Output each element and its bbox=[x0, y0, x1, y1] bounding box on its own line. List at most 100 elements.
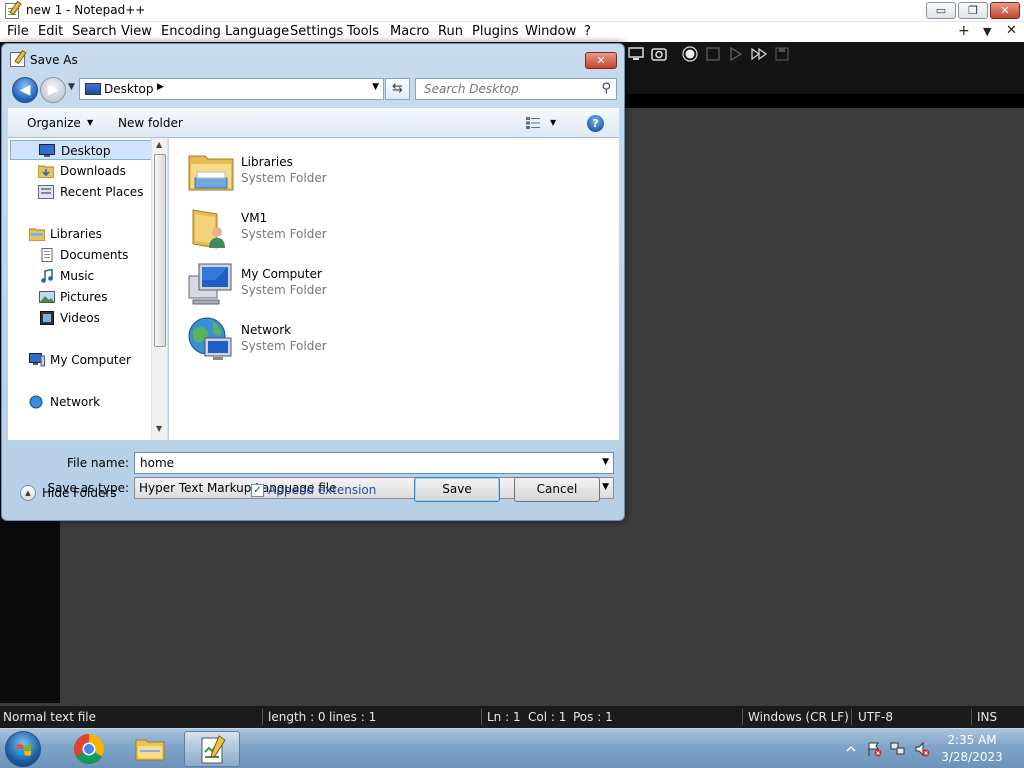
breadcrumb-chevron-icon[interactable]: ▶ bbox=[157, 82, 164, 92]
recent-locations-dropdown[interactable]: ▼ bbox=[68, 82, 75, 92]
network-icon bbox=[29, 395, 43, 409]
status-ln: Ln : 1 bbox=[487, 710, 521, 724]
nav-item-libraries[interactable]: Libraries bbox=[8, 224, 151, 244]
nav-item-label: Recent Places bbox=[60, 185, 144, 199]
menu-tools[interactable]: Tools bbox=[347, 24, 379, 39]
run-macro-multiple-icon[interactable] bbox=[751, 46, 767, 62]
save-macro-icon[interactable] bbox=[774, 46, 790, 62]
nav-item-pictures[interactable]: Pictures bbox=[8, 287, 151, 307]
nav-item-desktop[interactable]: Desktop bbox=[10, 140, 153, 160]
nav-item-network[interactable]: Network bbox=[8, 392, 151, 412]
file-name: Network bbox=[241, 323, 292, 337]
menu-search[interactable]: Search bbox=[72, 24, 117, 39]
search-icon[interactable]: ⚲ bbox=[601, 81, 611, 96]
organize-button[interactable]: Organize bbox=[27, 116, 81, 130]
network-status-icon[interactable] bbox=[890, 741, 906, 757]
menu-run[interactable]: Run bbox=[438, 24, 463, 39]
save-button[interactable]: Save bbox=[414, 477, 500, 502]
desktop-icon bbox=[85, 83, 101, 95]
search-input[interactable] bbox=[416, 79, 594, 99]
nav-item-downloads[interactable]: Downloads bbox=[8, 161, 151, 181]
chevron-down-icon[interactable]: ▼ bbox=[602, 457, 609, 467]
nav-item-label: Videos bbox=[60, 311, 100, 325]
clock-date[interactable]: 3/28/2023 bbox=[940, 750, 1004, 764]
status-separator bbox=[742, 709, 743, 725]
play-macro-icon[interactable] bbox=[728, 46, 744, 62]
new-tab-button[interactable]: + bbox=[958, 23, 970, 39]
action-center-icon[interactable] bbox=[866, 741, 882, 757]
menu-help[interactable]: ? bbox=[584, 24, 591, 39]
computer-icon bbox=[29, 353, 45, 367]
volume-muted-icon[interactable] bbox=[914, 741, 930, 757]
file-item-libraries[interactable]: Libraries System Folder bbox=[187, 146, 387, 198]
chevron-down-icon[interactable]: ▼ bbox=[550, 118, 556, 127]
explorer-taskbar-button[interactable] bbox=[122, 731, 178, 767]
change-view-icon[interactable] bbox=[526, 117, 540, 129]
scrollbar-thumb[interactable] bbox=[154, 154, 166, 347]
file-item-vm1[interactable]: VM1 System Folder bbox=[187, 202, 387, 254]
address-breadcrumb[interactable]: Desktop bbox=[104, 82, 154, 96]
stop-macro-icon[interactable] bbox=[705, 46, 721, 62]
start-button[interactable] bbox=[5, 731, 41, 767]
chevron-down-icon[interactable]: ▼ bbox=[87, 118, 93, 127]
file-item-my-computer[interactable]: My Computer System Folder bbox=[187, 258, 387, 310]
restore-button[interactable]: ❐ bbox=[958, 2, 988, 19]
new-folder-button[interactable]: New folder bbox=[118, 116, 183, 130]
videos-icon bbox=[40, 311, 54, 325]
menu-settings[interactable]: Settings bbox=[290, 24, 343, 39]
close-tab-button[interactable]: ✕ bbox=[1006, 23, 1017, 38]
file-name-combobox[interactable]: ▼ bbox=[134, 452, 614, 474]
clock-time[interactable]: 2:35 AM bbox=[940, 733, 1004, 747]
dialog-close-button[interactable]: ✕ bbox=[585, 52, 617, 69]
tab-list-button[interactable]: ▼ bbox=[983, 25, 991, 38]
file-type: System Folder bbox=[241, 283, 327, 297]
snapshot-icon[interactable] bbox=[651, 46, 667, 62]
help-icon[interactable]: ? bbox=[587, 115, 604, 132]
back-button[interactable]: ◀ bbox=[12, 77, 38, 103]
status-separator bbox=[481, 709, 482, 725]
nav-item-my-computer[interactable]: My Computer bbox=[8, 350, 151, 370]
menu-edit[interactable]: Edit bbox=[38, 24, 63, 39]
status-encoding[interactable]: UTF-8 bbox=[858, 710, 893, 724]
file-name-input[interactable] bbox=[135, 453, 595, 473]
checkbox-checked-icon[interactable]: ✓ bbox=[251, 484, 264, 497]
monitor-icon[interactable] bbox=[628, 46, 644, 62]
downloads-folder-icon bbox=[38, 165, 54, 178]
nav-item-documents[interactable]: Documents bbox=[8, 245, 151, 265]
address-bar[interactable]: Desktop ▶ ▼ bbox=[79, 78, 384, 100]
menu-encoding[interactable]: Encoding bbox=[161, 24, 221, 39]
menu-window[interactable]: Window bbox=[525, 24, 576, 39]
refresh-button[interactable]: ⇆ bbox=[385, 78, 410, 100]
notepad-plus-plus-icon bbox=[10, 52, 25, 67]
libraries-folder-icon bbox=[188, 155, 234, 191]
show-hidden-icons-icon[interactable] bbox=[846, 744, 856, 754]
file-item-network[interactable]: Network System Folder bbox=[187, 314, 387, 366]
menu-language[interactable]: Language bbox=[225, 24, 289, 39]
record-macro-icon[interactable] bbox=[682, 46, 698, 62]
close-button[interactable]: ✕ bbox=[990, 2, 1020, 19]
status-eol[interactable]: Windows (CR LF) bbox=[748, 710, 849, 724]
nav-item-label: Documents bbox=[60, 248, 129, 262]
nav-item-music[interactable]: Music bbox=[8, 266, 151, 286]
append-extension-label[interactable]: Append extension bbox=[268, 483, 376, 497]
nav-item-videos[interactable]: Videos bbox=[8, 308, 151, 328]
nav-pane-scrollbar[interactable]: ▲ ▼ bbox=[151, 138, 167, 440]
status-col: Col : 1 bbox=[528, 710, 567, 724]
cancel-button[interactable]: Cancel bbox=[514, 477, 600, 502]
search-box[interactable]: ⚲ bbox=[415, 78, 617, 100]
chrome-taskbar-button[interactable] bbox=[61, 731, 117, 767]
scroll-down-icon[interactable]: ▼ bbox=[156, 424, 162, 433]
menu-file[interactable]: File bbox=[7, 24, 29, 39]
append-extension-checkbox[interactable]: ✓ Append extension bbox=[251, 482, 381, 500]
nav-item-recent-places[interactable]: Recent Places bbox=[8, 182, 151, 202]
menu-macro[interactable]: Macro bbox=[390, 24, 429, 39]
menu-plugins[interactable]: Plugins bbox=[472, 24, 519, 39]
minimize-button[interactable]: ▭ bbox=[926, 2, 956, 19]
chevron-down-icon[interactable]: ▼ bbox=[602, 482, 609, 492]
address-history-dropdown[interactable]: ▼ bbox=[372, 82, 379, 92]
forward-button[interactable]: ▶ bbox=[40, 77, 66, 103]
notepad-plus-plus-taskbar-button[interactable] bbox=[184, 731, 240, 767]
menu-view[interactable]: View bbox=[121, 24, 152, 39]
hide-folders-button[interactable]: ▲ Hide Folders bbox=[20, 484, 120, 504]
scroll-up-icon[interactable]: ▲ bbox=[156, 140, 162, 149]
